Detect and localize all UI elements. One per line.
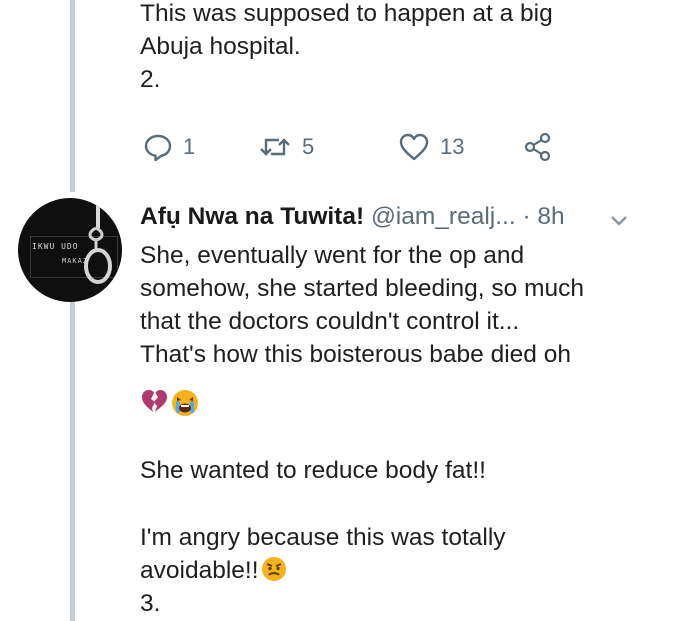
angry-face-emoji [261,557,286,581]
noose-icon [84,198,112,284]
emoji-row [140,388,200,418]
reply-count: 1 [183,134,196,159]
chevron-down-icon[interactable] [609,214,629,228]
retweet-count: 5 [302,134,315,159]
like-button[interactable]: 13 [398,132,464,162]
tweet-actions: 1 5 13 [140,132,580,172]
thread-line-bottom [70,300,75,621]
timestamp[interactable]: · 8h [522,203,564,230]
share-icon [524,132,551,162]
like-count: 13 [440,134,465,159]
display-name[interactable]: Afụ Nwa na Tuwita! [140,203,364,230]
heart-icon [399,133,429,161]
thread-line-top [70,0,75,192]
avatar[interactable]: IKWU UDO MAKAZ [18,198,122,302]
retweet-button[interactable]: 5 [258,132,314,162]
retweet-icon [260,138,290,156]
crying-face-emoji [172,390,198,416]
reply-button[interactable]: 1 [143,132,195,162]
tweet-paragraph-3-text: I'm angry because this was totally avoid… [140,524,506,584]
share-button[interactable] [523,132,553,162]
tweet-paragraph-2: She wanted to reduce body fat!! [140,457,486,484]
reply-icon [144,134,172,162]
tweet-paragraph-3: I'm angry because this was totally avoid… [140,521,506,587]
broken-heart-emoji [142,390,167,412]
user-handle[interactable]: @iam_realj... [371,203,516,230]
tweet-paragraph-1: She, eventually went for the op and some… [140,242,584,368]
tweet-header: Afụ Nwa na Tuwita! @iam_realj... · 8h [140,203,565,231]
thread-number: 3. [140,590,161,617]
tweet-text: This was supposed to happen at a big Abu… [140,0,553,93]
